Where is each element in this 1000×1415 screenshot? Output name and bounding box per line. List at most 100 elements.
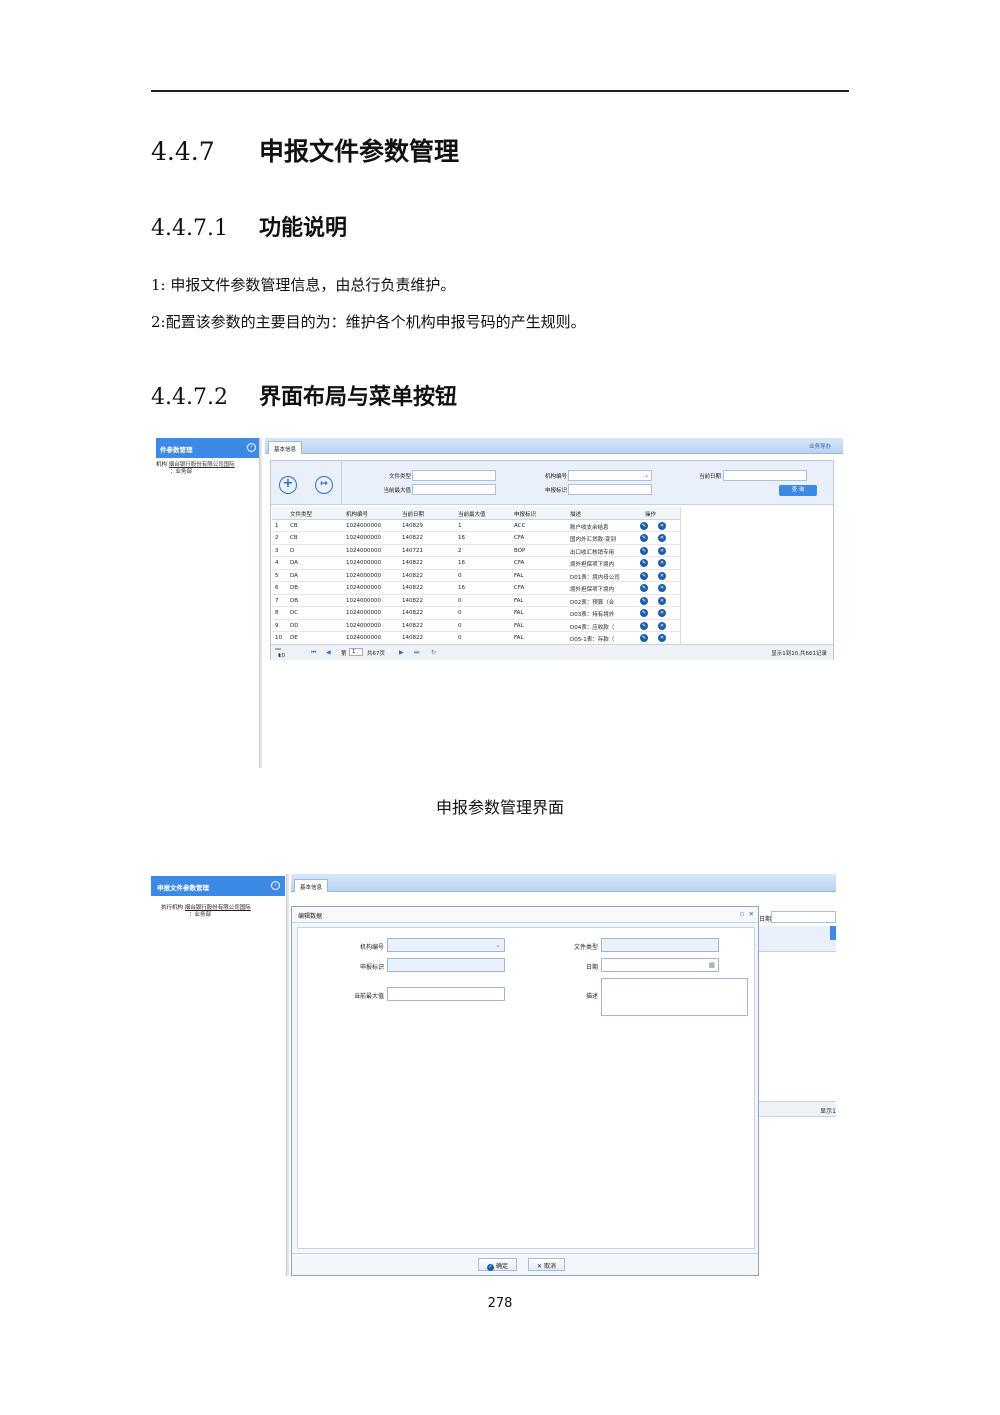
table-row[interactable]: 3 D 1024000000 140721 2 BOP 出口收汇核销专用 ✎ ✕ — [272, 545, 680, 557]
col-org-code[interactable]: 机构编号 — [346, 510, 368, 518]
table-row[interactable]: 5 DA 1024000000 140822 0 FAL D01表：境内母公司 ✎ ✕ — [272, 570, 680, 582]
table-cell: ACC — [514, 522, 526, 529]
export-icon[interactable]: ↦ — [315, 476, 333, 494]
cancel-label: 取消 — [543, 1263, 556, 1270]
current-max-input[interactable] — [387, 987, 505, 1001]
collapse-icon[interactable]: ‹ — [247, 443, 256, 452]
delete-icon[interactable]: ✕ — [658, 546, 666, 555]
table-cell: CFA — [514, 560, 525, 566]
delete-icon[interactable]: ✕ — [658, 559, 666, 567]
edit-icon[interactable]: ✎ — [640, 534, 648, 542]
table-cell: 16 — [458, 585, 465, 591]
cancel-button[interactable]: ✕ 取消 — [528, 1258, 565, 1271]
delete-icon[interactable]: ✕ — [658, 621, 666, 630]
delete-icon[interactable]: ✕ — [658, 584, 666, 592]
main-panel: + ↦ 文件类型 当前最大值 机构编号 ⌄ 申报标识 当前日期 查 询 文件类型… — [270, 460, 834, 660]
table-cell: 1024000000 — [346, 635, 381, 641]
table-row[interactable]: 7 DB 1024000000 140822 0 FAL D02表：预算（合 ✎ ✕ — [272, 595, 680, 607]
table-cell: 1024000000 — [346, 560, 381, 566]
delete-icon[interactable]: ✕ — [658, 534, 666, 542]
dialog-title: 编辑数据 — [298, 913, 323, 920]
first-page-icon[interactable]: ⏮ — [311, 649, 316, 657]
splitter[interactable] — [286, 874, 289, 1276]
confirm-button[interactable]: ✓ 确定 — [478, 1258, 518, 1271]
screenshot-edit-dialog: 申报文件参数管理 ‹ 执行机构 烟台银行股份有限公司国际 ：业务部 基本信息 日… — [151, 874, 836, 1276]
tab-bar: 基本信息 — [291, 874, 836, 892]
date-input[interactable]: ▦ — [601, 958, 719, 972]
table-row[interactable]: 10 DE 1024000000 140822 0 FAL D05-1表：存款（ ✎ ✕ — [272, 632, 680, 645]
col-current-max[interactable]: 当前最大值 — [458, 510, 486, 518]
edit-icon[interactable]: ✎ — [640, 634, 648, 642]
edit-icon[interactable]: ✎ — [640, 571, 648, 580]
page-size-select[interactable]: 10 ▾ — [275, 648, 285, 659]
current-date-input[interactable] — [723, 470, 807, 481]
edit-icon[interactable]: ✎ — [640, 621, 648, 630]
report-flag-input[interactable] — [568, 484, 652, 495]
table-row[interactable]: 2 CB 1024000000 140822 16 CFA 国内外汇贷款-变到 ✎ ✕ — [272, 532, 680, 545]
edit-icon[interactable]: ✎ — [640, 521, 648, 530]
dialog-titlebar[interactable]: 编辑数据 ▫ ✕ — [292, 907, 758, 923]
splitter[interactable] — [259, 438, 262, 768]
edit-icon[interactable]: ✎ — [640, 609, 648, 617]
table-row[interactable]: 1 CB 1024000000 140829 1 ACC 账户收支余结息 ✎ ✕ — [272, 520, 680, 532]
table-cell: 140721 — [402, 547, 423, 554]
add-icon[interactable]: + — [279, 476, 297, 494]
description-textarea[interactable] — [601, 978, 748, 1016]
table-row[interactable]: 8 DC 1024000000 140822 0 FAL D03表：持有境外 ✎ ✕ — [272, 607, 680, 620]
tab-basic-info[interactable]: 基本信息 — [294, 879, 329, 892]
table-cell: CB — [290, 522, 298, 529]
delete-icon[interactable]: ✕ — [658, 596, 666, 605]
edit-dialog: 编辑数据 ▫ ✕ 机构编号 ⌄ 文件类型 申报标识 日期 ▦ 当前最大值 描述 … — [291, 906, 759, 1276]
edit-icon[interactable]: ✎ — [640, 596, 648, 605]
page-number-input[interactable]: 1 — [349, 648, 363, 656]
current-max-input[interactable] — [412, 484, 496, 495]
edit-icon[interactable]: ✎ — [640, 546, 648, 555]
table-row[interactable]: 9 DD 1024000000 140822 0 FAL D04表：应收款（ ✎ ✕ — [272, 620, 680, 632]
refresh-icon[interactable]: ↻ — [431, 649, 436, 656]
org-code-select[interactable]: ⌄ — [568, 470, 652, 481]
table-cell: 140822 — [402, 610, 423, 616]
delete-icon[interactable]: ✕ — [658, 571, 666, 580]
prev-page-icon[interactable]: ◀ — [326, 649, 331, 656]
table-cell: 140822 — [402, 635, 423, 641]
delete-icon[interactable]: ✕ — [658, 521, 666, 530]
collapse-icon[interactable]: ‹ — [271, 881, 280, 890]
table-cell: DE — [290, 635, 298, 641]
close-icon[interactable]: ✕ — [749, 910, 754, 918]
org-link[interactable]: 烟台银行股份有限公司国际 — [185, 905, 251, 911]
report-flag-label: 申报标识 — [359, 964, 384, 971]
file-type-input[interactable] — [601, 938, 719, 952]
col-description[interactable]: 描述 — [570, 510, 581, 518]
file-type-label: 文件类型 — [388, 474, 411, 480]
table-cell: FAL — [514, 572, 524, 579]
report-flag-input[interactable] — [387, 958, 505, 972]
col-file-type[interactable]: 文件类型 — [290, 510, 312, 518]
edit-icon[interactable]: ✎ — [640, 559, 648, 567]
subsection-heading-1: 4.4.7.1 功能说明 — [151, 210, 347, 242]
delete-icon[interactable]: ✕ — [658, 609, 666, 617]
col-current-date[interactable]: 当前日期 — [402, 510, 424, 518]
last-page-icon[interactable]: ⏭ — [414, 649, 419, 657]
confirm-label: 确定 — [496, 1263, 509, 1270]
edit-icon[interactable]: ✎ — [640, 584, 648, 592]
business-guide-link[interactable]: 业务导办 — [809, 442, 831, 450]
table-cell: D02表：预算（合 — [570, 599, 615, 606]
org-link[interactable]: 烟台银行股份有限公司国际 — [169, 462, 235, 468]
table-row[interactable]: 4 DA 1024000000 140822 16 CFA 境外担保项下境内 ✎ ✕ — [272, 557, 680, 570]
query-button[interactable]: 查 询 — [779, 485, 817, 496]
calendar-icon[interactable]: ▦ — [708, 961, 715, 969]
table-cell: 0 — [458, 572, 462, 579]
delete-icon[interactable]: ✕ — [658, 634, 666, 642]
table-cell: 1 — [275, 522, 279, 529]
org-code-select[interactable]: ⌄ — [387, 938, 505, 952]
file-type-input[interactable] — [412, 470, 496, 481]
tab-basic-info[interactable]: 基本信息 — [268, 441, 303, 454]
col-report-flag[interactable]: 申报标识 — [514, 510, 536, 518]
maximize-icon[interactable]: ▫ — [740, 910, 744, 918]
query-area: + ↦ 文件类型 当前最大值 机构编号 ⌄ 申报标识 当前日期 查 询 — [271, 461, 833, 505]
table-row[interactable]: 6 DB 1024000000 140822 16 CFA 境外担保项下境内 ✎ ✕ — [272, 582, 680, 595]
paragraph-2: 2:配置该参数的主要目的为：维护各个机构申报号码的产生规则。 — [151, 313, 586, 331]
table-cell: CFA — [514, 535, 525, 541]
next-page-icon[interactable]: ▶ — [399, 649, 404, 656]
dialog-footer: ✓ 确定 ✕ 取消 — [292, 1253, 758, 1275]
